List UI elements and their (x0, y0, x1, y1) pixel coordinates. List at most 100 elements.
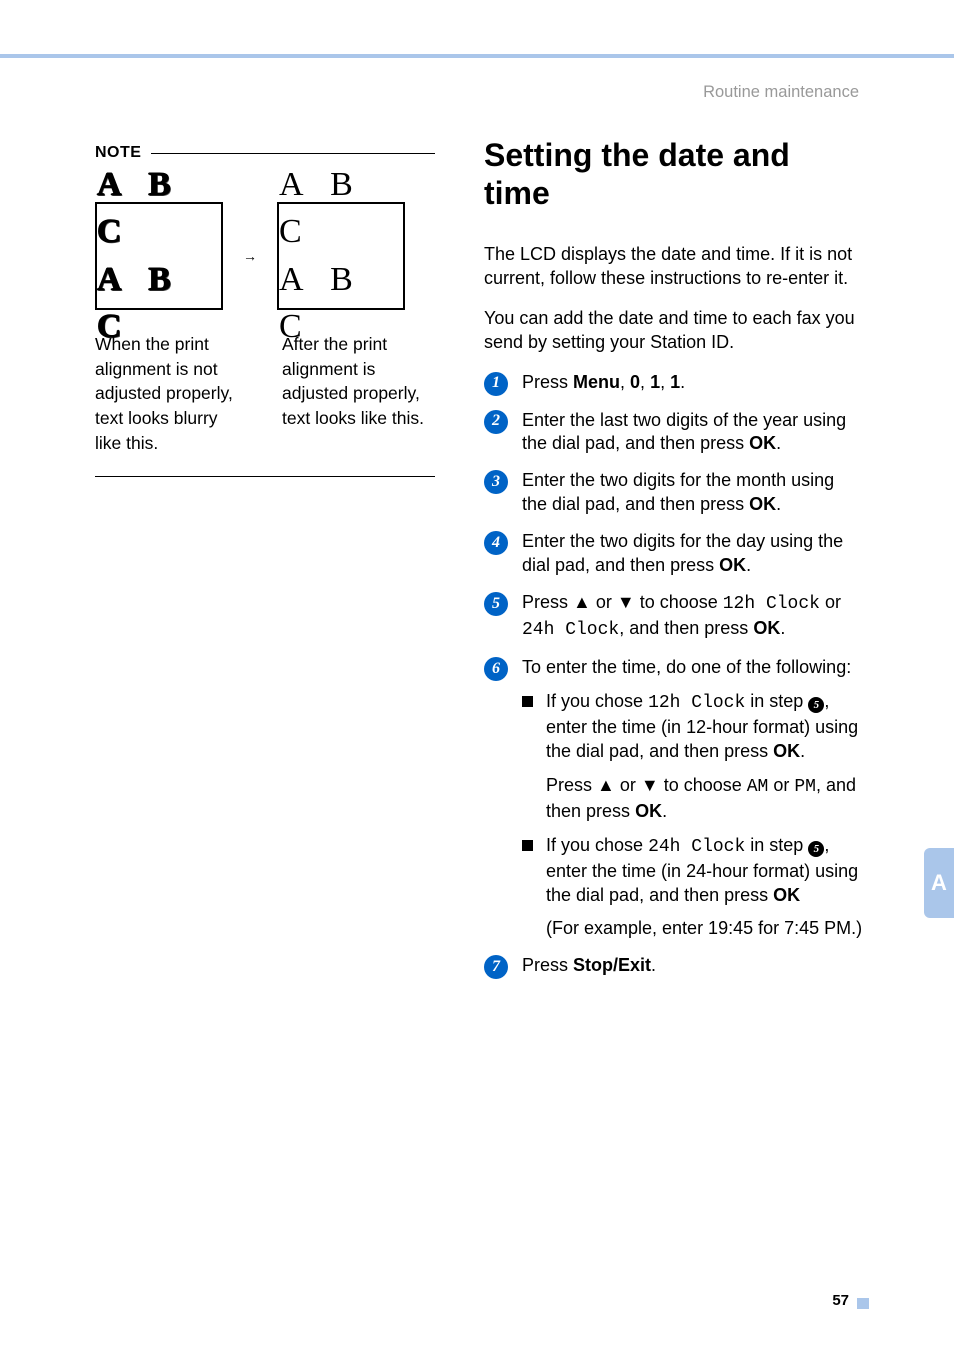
txt: If you chose (546, 691, 648, 711)
up-arrow-icon: ▲ (597, 775, 615, 795)
step-marker-3: 3 (484, 470, 508, 494)
page-heading: Setting the date and time (484, 136, 864, 213)
step-3-body: Enter the two digits for the month using… (522, 469, 864, 517)
txt: . (776, 433, 781, 453)
clean-sample-box: A B C A B C (277, 202, 405, 310)
intro-para-2: You can add the date and time to each fa… (484, 307, 864, 355)
step-4: 4 Enter the two digits for the day using… (484, 530, 864, 578)
step-marker-2: 2 (484, 410, 508, 434)
step-marker-4: 4 (484, 531, 508, 555)
txt: Press (546, 775, 597, 795)
txt: . (780, 618, 785, 638)
bullet-icon (522, 696, 533, 707)
sub-item-12h-cont: Press ▲ or ▼ to choose AM or PM, and the… (546, 774, 864, 824)
sub-item-24h: If you chose 24h Clock in step 5, enter … (546, 834, 864, 942)
page-number: 57 (832, 1291, 849, 1311)
key-1a: 1 (650, 372, 660, 392)
txt: . (680, 372, 685, 392)
bullet-icon (522, 840, 533, 851)
txt: or (820, 592, 841, 612)
step-marker-1: 1 (484, 372, 508, 396)
arrow-right-icon: → (243, 247, 257, 265)
menu-key: Menu (573, 372, 620, 392)
step-6-body: To enter the time, do one of the followi… (522, 656, 864, 941)
txt: , (640, 372, 650, 392)
caption-right: After the print alignment is adjusted pr… (282, 332, 435, 456)
key-0: 0 (630, 372, 640, 392)
caption-left: When the print alignment is not adjusted… (95, 332, 248, 456)
txt: , and then press (619, 618, 753, 638)
ok-key: OK (753, 618, 780, 638)
txt: . (651, 955, 656, 975)
ok-key: OK (773, 741, 800, 761)
txt: or (591, 592, 617, 612)
step-2-body: Enter the last two digits of the year us… (522, 409, 864, 457)
ok-key: OK (635, 801, 662, 821)
clock-12h: 12h Clock (723, 594, 820, 614)
down-arrow-icon: ▼ (617, 592, 635, 612)
step-7-body: Press Stop/Exit. (522, 954, 864, 978)
txt: If you chose (546, 835, 648, 855)
stop-exit-key: Stop/Exit (573, 955, 651, 975)
step-6-lead: To enter the time, do one of the followi… (522, 656, 864, 680)
txt: , (620, 372, 630, 392)
header-rule (0, 54, 954, 58)
blurry-sample-box: A B C A B C (95, 202, 223, 310)
txt: to choose (635, 592, 723, 612)
step-1-body: Press Menu, 0, 1, 1. (522, 371, 864, 395)
step-2: 2 Enter the last two digits of the year … (484, 409, 864, 457)
note-block: NOTE A B C A B C → A B C A B C When the … (95, 143, 435, 477)
txt: Enter the last two digits of the year us… (522, 410, 846, 454)
step-3: 3 Enter the two digits for the month usi… (484, 469, 864, 517)
key-1b: 1 (670, 372, 680, 392)
clock-12h: 12h Clock (648, 693, 745, 713)
section-tab: A (924, 848, 954, 918)
note-rule (151, 153, 435, 154)
blurry-line1: A B C (97, 161, 221, 256)
step-6: 6 To enter the time, do one of the follo… (484, 656, 864, 941)
step-marker-5: 5 (484, 592, 508, 616)
note-end-rule (95, 476, 435, 477)
ok-key: OK (719, 555, 746, 575)
txt: . (800, 741, 805, 761)
step-5: 5 Press ▲ or ▼ to choose 12h Clock or 24… (484, 591, 864, 643)
txt: or (768, 775, 794, 795)
clock-24h: 24h Clock (648, 837, 745, 857)
txt: Press (522, 955, 573, 975)
caption-row: When the print alignment is not adjusted… (95, 332, 435, 456)
down-arrow-icon: ▼ (641, 775, 659, 795)
pm-option: PM (794, 777, 816, 797)
step-1: 1 Press Menu, 0, 1, 1. (484, 371, 864, 396)
txt: Enter the two digits for the month using… (522, 470, 834, 514)
txt: . (776, 494, 781, 514)
am-option: AM (747, 777, 769, 797)
step-5-body: Press ▲ or ▼ to choose 12h Clock or 24h … (522, 591, 864, 643)
txt: , (660, 372, 670, 392)
up-arrow-icon: ▲ (573, 592, 591, 612)
txt: Press (522, 372, 573, 392)
step-7: 7 Press Stop/Exit. (484, 954, 864, 979)
ok-key: OK (773, 885, 800, 905)
step-marker-6: 6 (484, 657, 508, 681)
step-ref-icon: 5 (808, 841, 824, 857)
sub-item-12h: If you chose 12h Clock in step 5, enter … (546, 690, 864, 824)
page-number-bar (857, 1298, 869, 1309)
step-6-sublist: If you chose 12h Clock in step 5, enter … (522, 690, 864, 941)
ok-key: OK (749, 433, 776, 453)
txt: . (662, 801, 667, 821)
steps-list: 1 Press Menu, 0, 1, 1. 2 Enter the last … (484, 371, 864, 980)
content-column: Setting the date and time The LCD displa… (484, 136, 864, 992)
txt: in step (745, 835, 808, 855)
ok-key: OK (749, 494, 776, 514)
alignment-example-row: A B C A B C → A B C A B C (95, 202, 435, 310)
txt: Press (522, 592, 573, 612)
txt: in step (745, 691, 808, 711)
txt: or (615, 775, 641, 795)
txt: to choose (659, 775, 747, 795)
sub-item-24h-example: (For example, enter 19:45 for 7:45 PM.) (546, 917, 864, 941)
txt: . (746, 555, 751, 575)
clock-24h: 24h Clock (522, 620, 619, 640)
step-ref-icon: 5 (808, 697, 824, 713)
intro-para-1: The LCD displays the date and time. If i… (484, 243, 864, 291)
step-4-body: Enter the two digits for the day using t… (522, 530, 864, 578)
